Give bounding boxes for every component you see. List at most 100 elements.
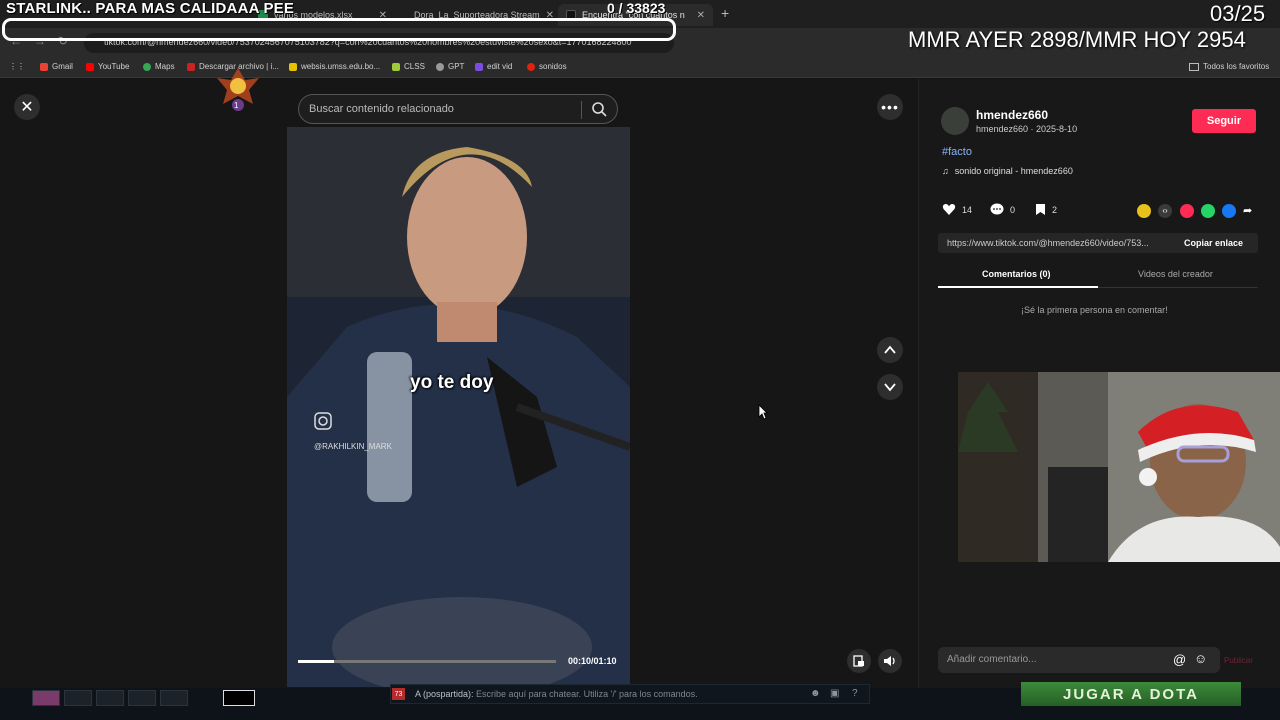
progress-fill bbox=[298, 660, 334, 663]
chat-badge: 73 bbox=[392, 688, 405, 700]
previous-video-button[interactable] bbox=[877, 337, 903, 363]
whatsapp-icon[interactable] bbox=[1201, 204, 1215, 218]
bookmark-label: Maps bbox=[155, 62, 175, 71]
bookmark-edit-vid[interactable]: edit vid bbox=[475, 62, 512, 71]
emoji-icon[interactable]: ☺ bbox=[1194, 651, 1207, 666]
status-slot[interactable] bbox=[223, 690, 255, 706]
active-tab-indicator bbox=[938, 286, 1098, 288]
chevron-up-icon bbox=[884, 345, 896, 354]
progress-track[interactable] bbox=[298, 660, 556, 663]
badge-number: 1 bbox=[234, 101, 239, 110]
author-username[interactable]: hmendez660 bbox=[976, 108, 1048, 122]
coin-share-icon[interactable] bbox=[1137, 204, 1151, 218]
video-player[interactable] bbox=[287, 127, 630, 687]
like-count: 14 bbox=[962, 204, 973, 215]
bookmark-label: Gmail bbox=[52, 62, 73, 71]
video-link: https://www.tiktok.com/@hmendez660/video… bbox=[947, 238, 1149, 248]
apps-icon[interactable]: ⋮⋮ bbox=[9, 62, 25, 71]
youtube-icon bbox=[86, 62, 94, 71]
clss-icon bbox=[392, 62, 400, 71]
chat-prefix: A (pospartida): bbox=[415, 689, 474, 699]
download-site-icon bbox=[187, 62, 195, 71]
hashtag-link[interactable]: #facto bbox=[942, 146, 972, 158]
chat-help-icon[interactable]: ? bbox=[852, 688, 858, 699]
tab-comments[interactable]: Comentarios (0) bbox=[982, 269, 1051, 279]
author-meta: hmendez660 · 2025-8-10 bbox=[976, 124, 1078, 134]
hero-slot[interactable] bbox=[160, 690, 188, 706]
bookmark-clss[interactable]: CLSS bbox=[392, 62, 425, 71]
search-divider bbox=[581, 101, 582, 119]
bookmark-gpt[interactable]: GPT bbox=[436, 62, 464, 71]
save-count: 2 bbox=[1052, 204, 1058, 215]
bookmark-label: GPT bbox=[448, 62, 465, 71]
avatar[interactable] bbox=[941, 107, 969, 135]
mention-icon[interactable]: @ bbox=[1173, 652, 1186, 667]
bookmark-maps[interactable]: Maps bbox=[143, 62, 175, 71]
sonidos-icon bbox=[527, 62, 535, 71]
bookmark-icon bbox=[1036, 204, 1045, 215]
copy-link-button[interactable]: Copiar enlace bbox=[1184, 238, 1243, 248]
heart-icon bbox=[942, 204, 956, 215]
empty-comments-message: ¡Sé la primera persona en comentar! bbox=[1021, 305, 1168, 315]
highlight-box-overlay bbox=[2, 18, 676, 41]
follow-button[interactable]: Seguir bbox=[1192, 109, 1256, 133]
bookmark-label: CLSS bbox=[404, 62, 425, 71]
share-arrow-icon[interactable]: ➦ bbox=[1243, 204, 1257, 218]
comment-placeholder: Añadir comentario... bbox=[947, 654, 1037, 665]
more-options-button[interactable]: ••• bbox=[877, 94, 903, 120]
close-icon: ✕ bbox=[20, 99, 34, 116]
video-caption: yo te doy bbox=[410, 372, 494, 393]
bookmark-websis[interactable]: websis.umss.edu.bo... bbox=[289, 62, 380, 71]
bookmark-youtube[interactable]: YouTube bbox=[86, 62, 129, 71]
like-button[interactable]: 14 bbox=[942, 203, 972, 216]
related-search-input[interactable]: Buscar contenido relacionado bbox=[298, 94, 618, 124]
all-favorites[interactable]: Todos los favoritos bbox=[1189, 62, 1269, 71]
gmail-icon bbox=[40, 62, 48, 71]
webcam-overlay bbox=[958, 372, 1280, 562]
floating-player-icon bbox=[853, 655, 864, 667]
edit-vid-icon bbox=[475, 62, 483, 71]
hero-slot[interactable] bbox=[32, 690, 60, 706]
bookmark-label: YouTube bbox=[98, 62, 130, 71]
comment-count-button[interactable]: 0 bbox=[990, 203, 1015, 216]
game-chat-input[interactable]: A (pospartida): Escribe aquí para chatea… bbox=[390, 684, 870, 704]
publish-button[interactable]: Publicar bbox=[1224, 656, 1253, 665]
gpt-icon bbox=[436, 62, 444, 71]
search-placeholder: Buscar contenido relacionado bbox=[309, 103, 454, 115]
play-dota-button[interactable]: JUGAR A DOTA bbox=[1021, 682, 1241, 706]
chevron-down-icon bbox=[884, 383, 896, 392]
hero-slot[interactable] bbox=[96, 690, 124, 706]
volume-icon bbox=[884, 656, 895, 666]
stream-banner-text: STARLINK.. PARA MAS CALIDAAA PEE bbox=[6, 0, 295, 17]
video-watermark: @RAKHILKIN_MARK bbox=[314, 442, 392, 451]
facebook-icon[interactable] bbox=[1222, 204, 1236, 218]
music-note-icon: ♫ bbox=[942, 166, 949, 176]
save-button[interactable]: 2 bbox=[1035, 203, 1057, 216]
mouse-cursor-icon bbox=[758, 404, 768, 420]
embed-icon[interactable]: ‹› bbox=[1158, 204, 1172, 218]
instagram-icon bbox=[314, 412, 332, 430]
close-video-button[interactable]: ✕ bbox=[14, 94, 40, 120]
sound-link[interactable]: ♫ sonido original - hmendez660 bbox=[942, 166, 1073, 176]
close-tab-icon[interactable]: ✕ bbox=[697, 10, 705, 21]
hero-slot[interactable] bbox=[128, 690, 156, 706]
volume-button[interactable] bbox=[878, 649, 902, 673]
hero-slot[interactable] bbox=[64, 690, 92, 706]
tab-creator-videos[interactable]: Videos del creador bbox=[1138, 269, 1213, 279]
chat-settings-icon[interactable]: ▣ bbox=[830, 688, 839, 699]
chat-emoji-icon[interactable]: ☻ bbox=[810, 688, 821, 699]
video-frame bbox=[287, 127, 630, 687]
bookmark-label: sonidos bbox=[539, 62, 567, 71]
stream-date: 03/25 bbox=[1210, 1, 1266, 26]
chat-placeholder: Escribe aquí para chatear. Utiliza '/' p… bbox=[476, 689, 698, 699]
send-icon[interactable] bbox=[1180, 204, 1194, 218]
bookmark-sonidos[interactable]: sonidos bbox=[527, 62, 567, 71]
floating-player-button[interactable] bbox=[847, 649, 871, 673]
search-icon[interactable] bbox=[591, 101, 607, 117]
next-video-button[interactable] bbox=[877, 374, 903, 400]
comment-bubble-icon bbox=[990, 203, 1004, 215]
more-icon: ••• bbox=[881, 99, 899, 115]
new-tab-button[interactable]: + bbox=[721, 5, 729, 21]
video-time: 00:10/01:10 bbox=[568, 656, 617, 666]
bookmark-gmail[interactable]: Gmail bbox=[40, 62, 73, 71]
